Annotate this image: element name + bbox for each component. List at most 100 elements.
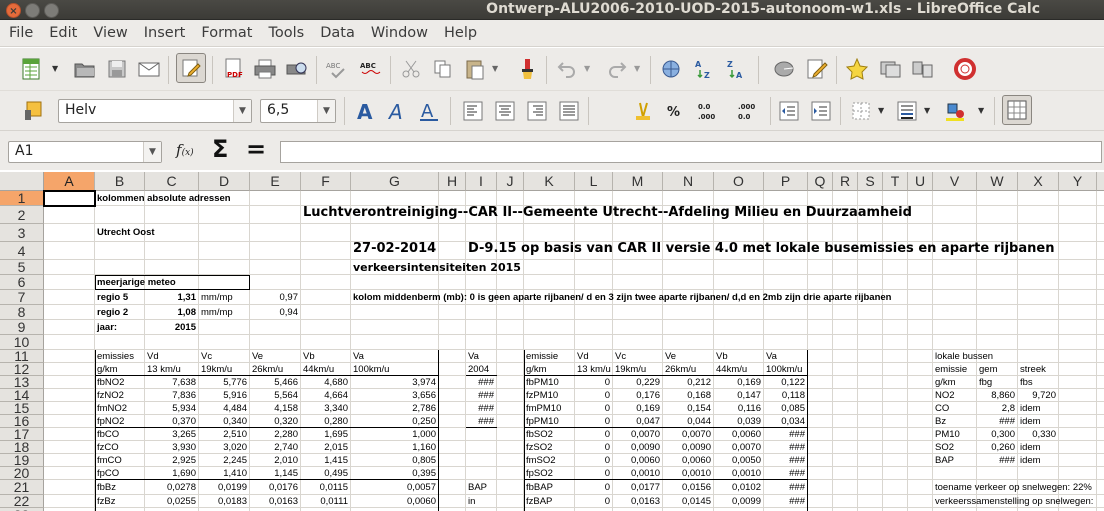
cell-i4[interactable]: D-9.15 op basis van CAR II versie 4.0 me… (468, 242, 1054, 255)
column-header-v[interactable]: V (933, 172, 977, 191)
column-header-i[interactable]: I (466, 172, 497, 191)
cell-i16[interactable]: ### (466, 416, 494, 428)
cell-i13[interactable]: ### (466, 377, 494, 389)
cell-e19[interactable]: 2,010 (250, 455, 298, 467)
cell-i15[interactable]: ### (466, 403, 494, 415)
column-header-t[interactable]: T (883, 172, 908, 191)
cell-x15[interactable]: idem (1020, 403, 1041, 415)
cell-i12[interactable]: 2004 (468, 364, 489, 376)
function-wizard-icon[interactable]: f(x) (176, 141, 194, 159)
cell-c11[interactable]: Vd (147, 351, 159, 363)
cell-v14[interactable]: NO2 (935, 390, 955, 402)
cell-o15[interactable]: 0,116 (714, 403, 761, 415)
line-style-icon[interactable] (892, 96, 922, 126)
cell-d12[interactable]: 19km/u (201, 364, 232, 376)
paste-dropdown-icon[interactable]: ▼ (492, 64, 498, 73)
cell-v13[interactable]: g/km (935, 377, 956, 389)
cell-b16[interactable]: fpNO2 (97, 416, 124, 428)
cell-g11[interactable]: Va (353, 351, 364, 363)
cell-x12[interactable]: streek (1020, 364, 1046, 376)
menu-help[interactable]: Help (436, 25, 485, 41)
cell-g19[interactable]: 0,805 (351, 455, 436, 467)
cell-e18[interactable]: 2,740 (250, 442, 298, 454)
increase-indent-icon[interactable] (806, 96, 836, 126)
cell-c17[interactable]: 3,265 (145, 429, 196, 441)
cell-c19[interactable]: 2,925 (145, 455, 196, 467)
cell-g13[interactable]: 3,974 (351, 377, 436, 389)
cell-k19[interactable]: fmSO2 (526, 455, 556, 467)
underline-icon[interactable]: A (414, 96, 444, 126)
cell-g14[interactable]: 3,656 (351, 390, 436, 402)
cell-e8[interactable]: 0,94 (250, 307, 299, 319)
cell-e20[interactable]: 1,145 (250, 468, 298, 480)
cell-w18[interactable]: 0,260 (977, 442, 1015, 454)
cell-p22[interactable]: ### (764, 496, 805, 508)
cell-v21[interactable]: toename verkeer op snelwegen: 22% (935, 482, 1092, 494)
cell-e17[interactable]: 2,280 (250, 429, 298, 441)
cell-e7[interactable]: 0,97 (250, 292, 299, 304)
cell-d20[interactable]: 1,410 (199, 468, 247, 480)
cell-f14[interactable]: 4,664 (301, 390, 348, 402)
show-draw-functions-icon[interactable] (802, 54, 832, 84)
cell-e21[interactable]: 0,0176 (250, 482, 298, 494)
line-style-dropdown-icon[interactable]: ▼ (924, 106, 930, 115)
cell-e15[interactable]: 4,158 (250, 403, 298, 415)
add-decimal-icon[interactable]: 0.0 .000 (694, 96, 724, 126)
cell-n13[interactable]: 0,212 (663, 377, 711, 389)
print-icon[interactable] (250, 54, 280, 84)
font-size-combo[interactable]: 6,5 ▼ (260, 99, 336, 123)
window-maximize-button[interactable] (44, 3, 59, 18)
cell-i21[interactable]: BAP (468, 482, 487, 494)
cell-f18[interactable]: 2,015 (301, 442, 348, 454)
cell-k13[interactable]: fbPM10 (526, 377, 559, 389)
cell-b19[interactable]: fmCO (97, 455, 122, 467)
cell-b7[interactable]: regio 5 (97, 292, 128, 304)
cell-b18[interactable]: fzCO (97, 442, 119, 454)
percent-format-icon[interactable]: % (660, 96, 690, 126)
cell-d21[interactable]: 0,0199 (199, 482, 247, 494)
cell-f19[interactable]: 1,415 (301, 455, 348, 467)
cell-v11[interactable]: lokale bussen (935, 351, 993, 363)
column-header-g[interactable]: G (351, 172, 439, 191)
menu-insert[interactable]: Insert (136, 25, 194, 41)
cell-n16[interactable]: 0,044 (663, 416, 711, 428)
cell-l14[interactable]: 0 (575, 390, 610, 402)
cell-o16[interactable]: 0,039 (714, 416, 761, 428)
cell-m17[interactable]: 0,0070 (613, 429, 660, 441)
cell-p14[interactable]: 0,118 (764, 390, 805, 402)
column-header-a[interactable]: A (44, 172, 95, 191)
cell-m16[interactable]: 0,047 (613, 416, 660, 428)
cell-w19[interactable]: ### (977, 455, 1015, 467)
cell-n11[interactable]: Ve (665, 351, 676, 363)
cell-b13[interactable]: fbNO2 (97, 377, 124, 389)
cell-b8[interactable]: regio 2 (97, 307, 128, 319)
hyperlink-icon[interactable] (656, 54, 686, 84)
row-header-4[interactable]: 4 (0, 242, 44, 260)
cell-n15[interactable]: 0,154 (663, 403, 711, 415)
borders-icon[interactable] (846, 96, 876, 126)
cell-g17[interactable]: 1,000 (351, 429, 436, 441)
cell-m12[interactable]: 19km/u (615, 364, 646, 376)
print-preview-icon[interactable] (282, 54, 312, 84)
cell-f17[interactable]: 1,695 (301, 429, 348, 441)
new-spreadsheet-icon[interactable] (16, 54, 46, 84)
cell-e16[interactable]: 0,320 (250, 416, 298, 428)
cell-g20[interactable]: 0,395 (351, 468, 436, 480)
cell-l13[interactable]: 0 (575, 377, 610, 389)
menu-view[interactable]: View (85, 25, 135, 41)
currency-format-icon[interactable] (628, 96, 658, 126)
cell-e22[interactable]: 0,0163 (250, 496, 298, 508)
styles-and-formatting-icon[interactable] (18, 96, 48, 126)
cell-w12[interactable]: gem (979, 364, 997, 376)
menu-window[interactable]: Window (363, 25, 436, 41)
cell-l17[interactable]: 0 (575, 429, 610, 441)
cell-b22[interactable]: fzBz (97, 496, 115, 508)
cell-f11[interactable]: Vb (303, 351, 315, 363)
column-header-w[interactable]: W (977, 172, 1018, 191)
cell-m19[interactable]: 0,0060 (613, 455, 660, 467)
column-header-d[interactable]: D (199, 172, 250, 191)
cell-e14[interactable]: 5,564 (250, 390, 298, 402)
cell-o17[interactable]: 0,0060 (714, 429, 761, 441)
column-header-x[interactable]: X (1018, 172, 1059, 191)
cell-k22[interactable]: fzBAP (526, 496, 552, 508)
